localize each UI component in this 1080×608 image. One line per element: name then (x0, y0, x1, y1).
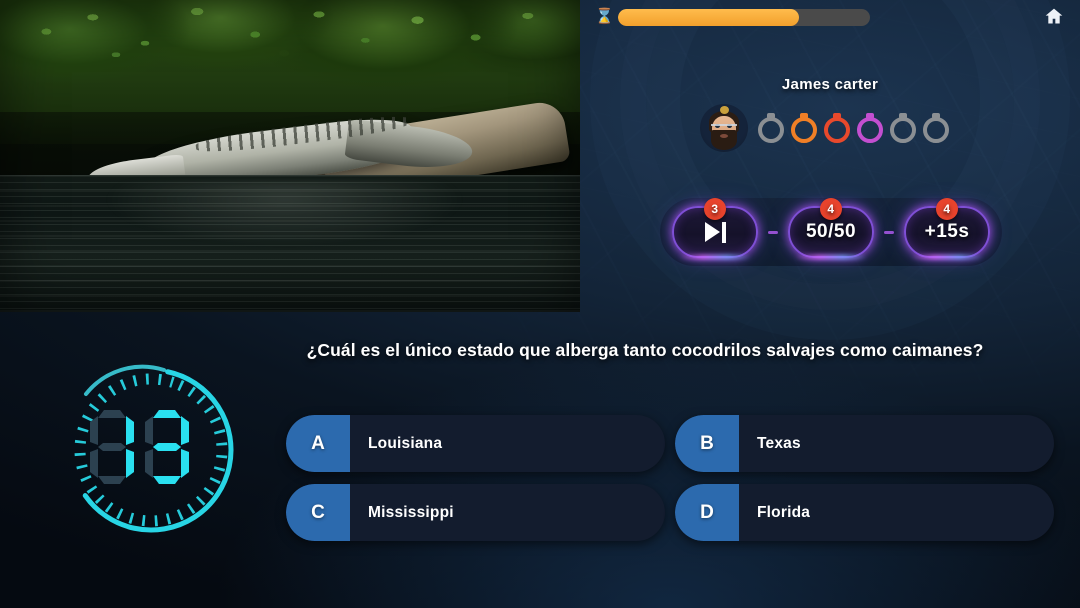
add-time-powerup[interactable]: 4 +15s (904, 198, 990, 258)
life-ring-6 (922, 113, 950, 143)
life-ring-2 (790, 113, 818, 143)
answer-option-c[interactable]: C Mississippi (286, 484, 665, 541)
powerup-label: 50/50 (805, 221, 857, 242)
avatar-beard (711, 130, 737, 150)
top-bar: ⌛ (580, 0, 1080, 34)
progress-bar-fill (618, 9, 800, 26)
hourglass-icon: ⌛ (595, 8, 614, 25)
life-ring-1 (757, 113, 785, 143)
powerup-separator (884, 230, 894, 234)
question-image (0, 0, 580, 312)
crocodile-photo (0, 0, 580, 312)
countdown-timer (56, 352, 246, 552)
answer-label: Mississippi (368, 503, 454, 521)
answer-label: Louisiana (368, 434, 443, 452)
photo-vignette (0, 0, 580, 312)
answer-letter-badge: D (675, 484, 739, 541)
question-text: ¿Cuál es el único estado que alberga tan… (306, 340, 984, 360)
life-ring-circle (791, 117, 817, 143)
powerup-bar: 3 4 50/50 4 +15s (660, 198, 1002, 266)
player-status-row (700, 104, 950, 152)
skip-powerup[interactable]: 3 (672, 198, 758, 258)
progress-bar (618, 9, 870, 26)
avatar-mouth (720, 134, 728, 138)
powerup-label: +15s (924, 221, 970, 242)
powerup-badge: 4 (936, 198, 958, 220)
answer-letter-badge: B (675, 415, 739, 472)
skip-next-icon (704, 221, 726, 243)
life-ring-circle (857, 117, 883, 143)
life-ring-circle (824, 117, 850, 143)
powerup-separator (768, 230, 778, 234)
player-name: James carter (781, 76, 879, 93)
answer-option-d[interactable]: D Florida (675, 484, 1054, 541)
answer-option-b[interactable]: B Texas (675, 415, 1054, 472)
life-rings (757, 113, 950, 143)
answer-option-a[interactable]: A Louisiana (286, 415, 665, 472)
countdown-digits (90, 410, 189, 484)
life-ring-5 (889, 113, 917, 143)
countdown-digit-left (90, 410, 134, 484)
life-ring-4 (856, 113, 884, 143)
avatar-bun (720, 106, 729, 114)
game-screen: ⌛ James carter 3 4 50/50 4 +15s ¿Cuál es el … (0, 0, 1080, 608)
avatar[interactable] (700, 104, 748, 152)
powerup-badge: 3 (704, 198, 726, 220)
answer-letter-badge: A (286, 415, 350, 472)
fifty-fifty-powerup[interactable]: 4 50/50 (788, 198, 874, 258)
powerup-badge: 4 (820, 198, 842, 220)
life-ring-3 (823, 113, 851, 143)
answer-label: Florida (757, 503, 811, 521)
answer-label: Texas (757, 434, 801, 452)
life-ring-circle (923, 117, 949, 143)
answer-letter-badge: C (286, 484, 350, 541)
countdown-digit-right (145, 410, 189, 484)
home-icon[interactable] (1043, 6, 1065, 27)
life-ring-circle (758, 117, 784, 143)
life-ring-circle (890, 117, 916, 143)
answer-options: A Louisiana B Texas C Mississippi D Florida (286, 415, 1054, 541)
